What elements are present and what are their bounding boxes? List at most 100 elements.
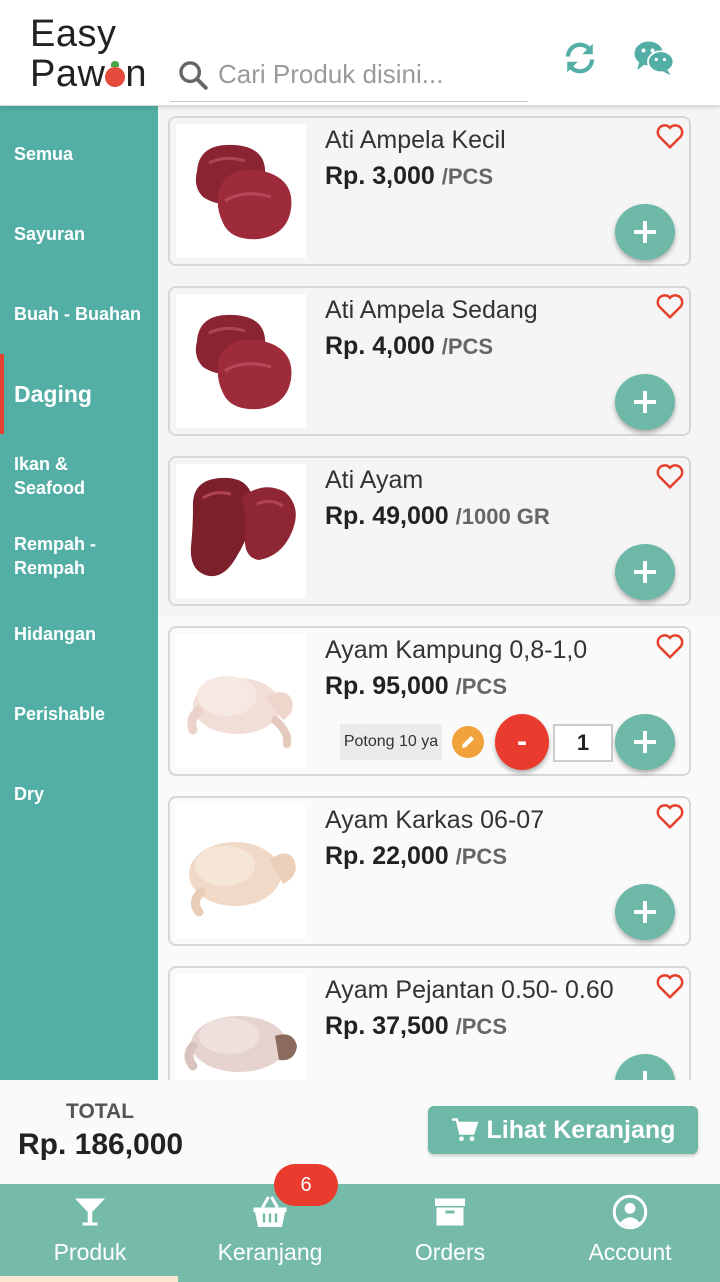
product-row: Ati Ayam Rp. 49,000 /1000 GR	[158, 446, 720, 616]
product-image	[176, 634, 306, 768]
product-image	[176, 294, 306, 428]
product-row: Ati Ampela Kecil Rp. 3,000 /PCS	[158, 106, 720, 276]
logo-line2: Paw n	[30, 53, 148, 95]
heart-outline-icon	[656, 294, 684, 320]
favorite-button[interactable]	[655, 122, 685, 150]
product-card[interactable]: Ayam Pejantan 0.50- 0.60 Rp. 37,500 /PCS	[168, 966, 691, 1080]
category-daging[interactable]: Daging	[0, 354, 158, 434]
cart-count-badge: 6	[274, 1164, 338, 1206]
category-semua[interactable]: Semua	[0, 114, 158, 194]
favorite-button[interactable]	[655, 802, 685, 830]
product-image	[176, 804, 306, 938]
category-label: Sayuran	[14, 224, 86, 244]
view-cart-label: Lihat Keranjang	[486, 1115, 676, 1144]
category-hidangan[interactable]: Hidangan	[0, 594, 158, 674]
cocktail-glass-icon	[75, 1198, 105, 1226]
nav-label: Orders	[414, 1239, 486, 1265]
product-row: Ayam Kampung 0,8-1,0 Rp. 95,000 /PCS Pot…	[158, 616, 720, 786]
favorite-button[interactable]	[655, 972, 685, 1000]
plus-icon	[634, 901, 656, 923]
price-value: Rp. 4,000	[325, 332, 435, 360]
product-card[interactable]: Ayam Karkas 06-07 Rp. 22,000 /PCS	[168, 796, 691, 946]
product-card[interactable]: Ati Ampela Kecil Rp. 3,000 /PCS	[168, 116, 691, 266]
product-name: Ayam Kampung 0,8-1,0	[325, 636, 588, 664]
add-to-cart-button[interactable]	[615, 1054, 675, 1080]
product-row: Ayam Pejantan 0.50- 0.60 Rp. 37,500 /PCS	[158, 956, 720, 1080]
nav-label: Keranjang	[217, 1239, 323, 1265]
chat-button[interactable]	[632, 36, 676, 80]
product-image	[176, 974, 306, 1080]
heart-outline-icon	[656, 804, 684, 830]
add-to-cart-button[interactable]	[615, 204, 675, 260]
nav-orders[interactable]: Orders	[360, 1184, 540, 1282]
refresh-icon	[565, 42, 595, 74]
product-name: Ayam Karkas 06-07	[325, 806, 545, 834]
price-value: Rp. 95,000	[325, 672, 449, 700]
edit-note-button[interactable]	[452, 726, 484, 758]
add-to-cart-button[interactable]	[615, 544, 675, 600]
decrease-quantity-button[interactable]: -	[495, 714, 549, 770]
price-value: Rp. 22,000	[325, 842, 449, 870]
nav-account[interactable]: Account	[540, 1184, 720, 1282]
heart-outline-icon	[656, 634, 684, 660]
search-icon	[179, 61, 208, 90]
product-row: Ayam Karkas 06-07 Rp. 22,000 /PCS	[158, 786, 720, 956]
nav-label: Produk	[53, 1239, 127, 1265]
product-price: Rp. 95,000 /PCS	[325, 672, 507, 701]
view-cart-button[interactable]: Lihat Keranjang	[428, 1106, 698, 1154]
wechat-icon	[634, 41, 675, 76]
cart-summary-bar: TOTAL Rp. 186,000 Lihat Keranjang	[0, 1080, 720, 1184]
logo-line1: Easy	[30, 13, 117, 55]
plus-icon	[643, 1071, 647, 1080]
category-label: Hidangan	[14, 624, 97, 644]
category-rempah[interactable]: Rempah - Rempah	[0, 516, 120, 596]
nav-produk[interactable]: Produk	[0, 1184, 180, 1282]
product-price: Rp. 22,000 /PCS	[325, 842, 507, 871]
product-row: Ati Ampela Sedang Rp. 4,000 /PCS	[158, 276, 720, 446]
favorite-button[interactable]	[655, 632, 685, 660]
user-circle-icon	[612, 1194, 648, 1230]
category-sidebar: Semua Sayuran Buah - Buahan Daging Ikan …	[0, 106, 158, 1080]
search-input[interactable]	[218, 54, 518, 94]
price-unit: /PCS	[455, 844, 507, 869]
plus-icon	[634, 731, 656, 753]
category-sayuran[interactable]: Sayuran	[0, 194, 158, 274]
easy-pawon-logo[interactable]: Easy Paw n	[30, 14, 155, 94]
shopping-cart-icon	[451, 1118, 478, 1142]
product-name: Ati Ampela Sedang	[325, 296, 538, 324]
category-ikan-seafood[interactable]: Ikan & Seafood	[0, 436, 120, 516]
product-name: Ayam Pejantan 0.50- 0.60	[325, 976, 614, 1004]
nav-keranjang[interactable]: Keranjang	[180, 1184, 360, 1282]
price-unit: /PCS	[441, 164, 494, 189]
heart-outline-icon	[656, 464, 684, 490]
product-list[interactable]: Ati Ampela Kecil Rp. 3,000 /PCS Ati Ampe…	[158, 106, 720, 1080]
category-label: Ikan & Seafood	[14, 454, 86, 498]
category-dry[interactable]: Dry	[0, 754, 158, 834]
refresh-button[interactable]	[558, 36, 602, 80]
product-price: Rp. 4,000 /PCS	[325, 332, 493, 361]
bottom-navigation: Produk Keranjang 6 Orders Account	[0, 1164, 720, 1282]
category-perishable[interactable]: Perishable	[0, 674, 158, 754]
quantity-field[interactable]: 1	[553, 724, 613, 762]
quantity-value: 1	[576, 730, 590, 755]
total-label: TOTAL	[66, 1100, 135, 1123]
product-image	[176, 464, 306, 598]
product-card[interactable]: Ayam Kampung 0,8-1,0 Rp. 95,000 /PCS Pot…	[168, 626, 691, 776]
product-card[interactable]: Ati Ayam Rp. 49,000 /1000 GR	[168, 456, 691, 606]
product-price: Rp. 37,500 /PCS	[325, 1012, 507, 1041]
favorite-button[interactable]	[655, 462, 685, 490]
add-to-cart-button[interactable]	[615, 884, 675, 940]
pencil-icon	[462, 736, 474, 748]
category-buah[interactable]: Buah - Buahan	[0, 274, 158, 354]
order-note: Potong 10 ya	[340, 724, 442, 760]
product-name: Ati Ayam	[325, 466, 424, 494]
nav-label: Account	[588, 1239, 672, 1265]
search-bar[interactable]	[170, 50, 528, 102]
favorite-button[interactable]	[655, 292, 685, 320]
add-to-cart-button[interactable]	[615, 714, 675, 770]
product-card[interactable]: Ati Ampela Sedang Rp. 4,000 /PCS	[168, 286, 691, 436]
add-to-cart-button[interactable]	[615, 374, 675, 430]
plus-icon	[634, 561, 656, 583]
category-label: Daging	[14, 381, 92, 407]
price-unit: /PCS	[455, 1014, 507, 1039]
